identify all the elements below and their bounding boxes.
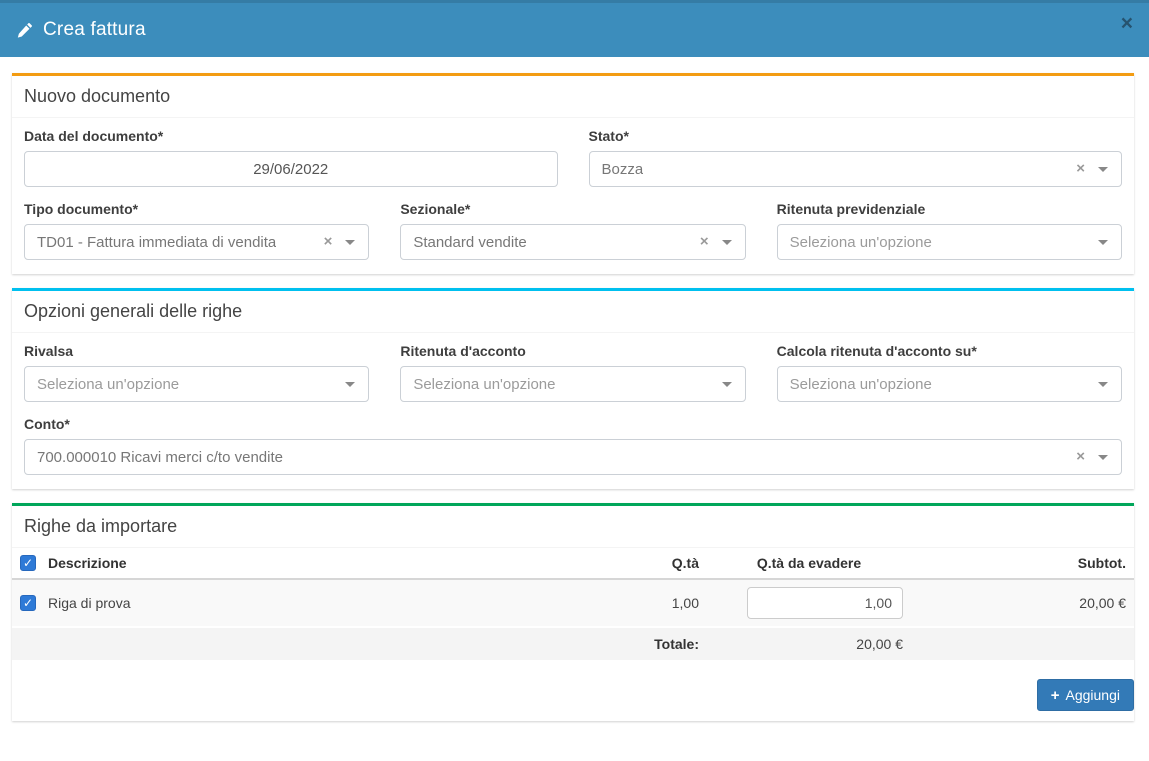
close-button[interactable]: × [1121,13,1133,34]
col-header-qta: Q.tà [607,548,707,579]
table-footer-row: Totale: 20,00 € [12,627,1134,660]
clear-icon[interactable]: × [1076,161,1085,176]
chevron-down-icon [345,240,355,245]
righe-table: ✓ Descrizione Q.tà Q.tà da evadere Subto… [12,548,1134,660]
col-header-subtot: Subtot. [911,548,1134,579]
data-documento-label: Data del documento* [24,128,558,144]
section-opzioni-righe-title: Opzioni generali delle righe [12,291,1134,333]
data-documento-input[interactable] [24,151,558,187]
ritenuta-previdenziale-select-placeholder: Seleziona un'opzione [790,234,932,251]
ritenuta-acconto-select[interactable]: Seleziona un'opzione [400,366,745,402]
chevron-down-icon [1098,382,1108,387]
add-row-button-label: Aggiungi [1066,687,1121,703]
modal-title: Crea fattura [43,19,146,41]
row-subtot: 20,00 € [911,579,1134,627]
section-nuovo-documento-title: Nuovo documento [12,76,1134,118]
chevron-down-icon [1098,455,1108,460]
ritenuta-previdenziale-select[interactable]: Seleziona un'opzione [777,224,1122,260]
section-nuovo-documento: Nuovo documento Data del documento* Stat… [12,73,1134,274]
calcola-ritenuta-select-placeholder: Seleziona un'opzione [790,376,932,393]
stato-select-value: Bozza [602,161,644,178]
modal-header: Crea fattura × [0,3,1149,57]
rivalsa-label: Rivalsa [24,343,369,359]
totale-value: 20,00 € [707,627,911,660]
section-righe-da-importare: Righe da importare ✓ Descrizione Q.tà Q.… [12,503,1134,721]
rivalsa-select[interactable]: Seleziona un'opzione [24,366,369,402]
calcola-ritenuta-label: Calcola ritenuta d'acconto su* [777,343,1122,359]
totale-label: Totale: [607,627,707,660]
table-header-row: ✓ Descrizione Q.tà Q.tà da evadere Subto… [12,548,1134,579]
calcola-ritenuta-select[interactable]: Seleziona un'opzione [777,366,1122,402]
stato-select[interactable]: Bozza × [589,151,1123,187]
ritenuta-acconto-select-placeholder: Seleziona un'opzione [413,376,555,393]
sezionale-label: Sezionale* [400,201,745,217]
modal-body: Nuovo documento Data del documento* Stat… [0,57,1149,721]
col-header-descrizione: Descrizione [48,555,127,571]
sezionale-select-value: Standard vendite [413,234,526,251]
tipo-documento-label: Tipo documento* [24,201,369,217]
add-row-button[interactable]: + Aggiungi [1037,679,1134,711]
section-righe-title: Righe da importare [12,506,1134,548]
ritenuta-acconto-label: Ritenuta d'acconto [400,343,745,359]
tipo-documento-select[interactable]: TD01 - Fattura immediata di vendita × [24,224,369,260]
ritenuta-previdenziale-label: Ritenuta previdenziale [777,201,1122,217]
rivalsa-select-placeholder: Seleziona un'opzione [37,376,179,393]
conto-select-value: 700.000010 Ricavi merci c/to vendite [37,449,283,466]
conto-select[interactable]: 700.000010 Ricavi merci c/to vendite × [24,439,1122,475]
chevron-down-icon [722,240,732,245]
stato-label: Stato* [589,128,1123,144]
clear-icon[interactable]: × [324,234,333,249]
select-all-checkbox[interactable]: ✓ [20,555,36,571]
chevron-down-icon [1098,167,1108,172]
row-checkbox[interactable]: ✓ [20,595,36,611]
row-qta: 1,00 [607,579,707,627]
chevron-down-icon [722,382,732,387]
col-header-qta-da-evadere: Q.tà da evadere [707,548,911,579]
sezionale-select[interactable]: Standard vendite × [400,224,745,260]
conto-label: Conto* [24,416,1122,432]
tipo-documento-select-value: TD01 - Fattura immediata di vendita [37,234,276,251]
section-opzioni-righe: Opzioni generali delle righe Rivalsa Sel… [12,288,1134,489]
table-actions: + Aggiungi [12,660,1134,721]
clear-icon[interactable]: × [1076,449,1085,464]
check-icon: ✓ [23,557,33,569]
pencil-icon [16,22,33,39]
check-icon: ✓ [23,597,33,609]
crea-fattura-modal: Crea fattura × Nuovo documento Data del … [0,0,1149,761]
plus-icon: + [1051,688,1060,703]
chevron-down-icon [1098,240,1108,245]
qta-da-evadere-input[interactable] [747,587,903,619]
row-descrizione: Riga di prova [48,595,131,611]
table-row: ✓ Riga di prova 1,00 20,00 € [12,579,1134,627]
clear-icon[interactable]: × [700,234,709,249]
chevron-down-icon [345,382,355,387]
